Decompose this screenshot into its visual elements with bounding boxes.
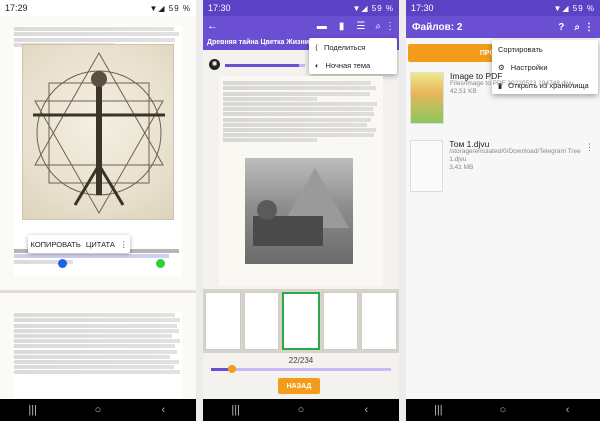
page-thumbnail[interactable] xyxy=(243,292,280,350)
system-nav-bar: ||| ○ ‹ xyxy=(0,399,196,421)
page-slider[interactable] xyxy=(211,368,391,371)
file-list-item[interactable]: Том 1.djvu /storage/emulated/0/Download/… xyxy=(406,136,600,198)
system-nav-bar: ||| ○ ‹ xyxy=(406,399,600,421)
home-icon[interactable]: ○ xyxy=(483,404,523,416)
status-bar: 17:29 ▼◢ 59 % xyxy=(0,0,196,16)
page-divider xyxy=(0,290,196,293)
list-icon[interactable]: ☰ xyxy=(356,21,365,32)
brightness-fill xyxy=(225,64,299,67)
quote-button[interactable]: ЦИТАТА xyxy=(86,240,115,249)
page-indicator: 22/234 xyxy=(288,356,314,365)
night-mode-menu-item[interactable]: ◐ Ночная тема xyxy=(309,56,397,74)
home-icon[interactable]: ○ xyxy=(78,404,118,416)
status-time: 17:30 xyxy=(411,3,434,13)
copy-button[interactable]: КОПИРОВАТЬ xyxy=(31,240,81,249)
back-icon[interactable]: ‹ xyxy=(346,404,386,416)
page-slider-thumb[interactable] xyxy=(228,365,236,373)
overflow-menu-icon[interactable]: ⋮ xyxy=(584,22,594,33)
status-bar: 17:30 ▼◢ 59 % xyxy=(203,0,399,16)
item-overflow-icon[interactable]: ⋮ xyxy=(585,142,594,153)
document-page-bottom[interactable] xyxy=(14,312,182,398)
file-list-item[interactable]: Image to PDF Files/Image to PDF 20220523… xyxy=(406,68,600,130)
vitruvian-figure-image xyxy=(22,44,174,220)
file-size: 3,41 MB xyxy=(449,164,474,171)
page-thumbnail[interactable] xyxy=(361,292,397,350)
status-icons: ▼◢ 59 % xyxy=(149,3,191,13)
status-bar: 17:30 ▼◢ 59 % xyxy=(406,0,600,16)
status-icons: ▼◢ 59 % xyxy=(553,3,595,13)
more-options-icon[interactable]: ⋮ xyxy=(120,240,128,249)
screen-gap xyxy=(196,0,203,421)
page-thumbnail-strip xyxy=(203,289,399,353)
back-icon[interactable]: ‹ xyxy=(143,404,183,416)
recents-icon[interactable]: ||| xyxy=(418,404,458,416)
search-icon[interactable]: ⌕ xyxy=(375,21,381,32)
screen-gap xyxy=(399,0,406,421)
document-page[interactable] xyxy=(219,76,383,286)
status-time: 17:29 xyxy=(5,3,28,13)
files-toolbar: Файлов: 2 ? ⌕ ⋮ xyxy=(406,16,600,38)
file-path: Files/Image to PDF 20220523 194748.djvu xyxy=(450,80,574,87)
tts-icon[interactable]: ▬ xyxy=(317,21,327,32)
share-icon: ⟨ xyxy=(315,42,318,52)
reader-toolbar: ← ▬ ▮ ☰ ⌕ ⋮ xyxy=(203,16,399,36)
back-icon[interactable]: ‹ xyxy=(548,404,588,416)
home-icon[interactable]: ○ xyxy=(281,404,321,416)
page-thumbnail[interactable] xyxy=(205,292,241,350)
recents-icon[interactable]: ||| xyxy=(216,404,256,416)
selection-start-handle[interactable] xyxy=(58,259,67,268)
back-button[interactable]: НАЗАД xyxy=(278,378,320,394)
reader-screen-1: 17:29 ▼◢ 59 % КОПИРОВАТЬ ЦИТАТА ⋮ ||| ○ … xyxy=(0,0,196,421)
file-size: 42,51 KB xyxy=(450,88,477,95)
search-icon[interactable]: ⌕ xyxy=(574,22,580,33)
sort-menu-item[interactable]: Сортировать xyxy=(492,40,598,58)
file-info: Том 1.djvu /storage/emulated/0/Download/… xyxy=(449,140,596,194)
night-mode-icon: ◐ xyxy=(315,60,320,70)
file-thumbnail xyxy=(410,72,444,124)
sphinx-photo xyxy=(245,158,353,264)
status-time: 17:30 xyxy=(208,3,231,13)
overflow-menu: ⟨ Поделиться ◐ Ночная тема xyxy=(309,38,397,74)
file-thumbnail xyxy=(410,140,444,192)
page-thumbnail[interactable] xyxy=(322,292,359,350)
help-icon[interactable]: ? xyxy=(558,22,564,33)
file-name: Том 1.djvu xyxy=(449,139,490,149)
brightness-icon: ✺ xyxy=(209,59,220,70)
file-list-screen: 17:30 ▼◢ 59 % Файлов: 2 ? ⌕ ⋮ ПРОС Сорти… xyxy=(406,0,600,421)
selection-end-handle[interactable] xyxy=(156,259,165,268)
back-arrow-icon[interactable]: ← xyxy=(207,20,218,32)
recents-icon[interactable]: ||| xyxy=(13,404,53,416)
overflow-menu-icon[interactable]: ⋮ xyxy=(385,21,395,32)
system-nav-bar: ||| ○ ‹ xyxy=(203,399,399,421)
file-path: /storage/emulated/0/Download/Telegram Tr… xyxy=(449,148,581,163)
status-icons: ▼◢ 59 % xyxy=(352,3,394,13)
file-name: Image to PDF xyxy=(450,71,503,81)
document-icon[interactable]: ▮ xyxy=(339,21,345,32)
files-title: Файлов: 2 xyxy=(412,21,463,33)
share-menu-item[interactable]: ⟨ Поделиться xyxy=(309,38,397,56)
text-selection-toolbar: КОПИРОВАТЬ ЦИТАТА ⋮ xyxy=(28,235,130,253)
file-info: Image to PDF Files/Image to PDF 20220523… xyxy=(450,72,574,126)
page-thumbnail-current[interactable] xyxy=(282,292,320,350)
reader-screen-2: 17:30 ▼◢ 59 % ← ▬ ▮ ☰ ⌕ ⋮ Древняя тайна … xyxy=(203,0,399,421)
